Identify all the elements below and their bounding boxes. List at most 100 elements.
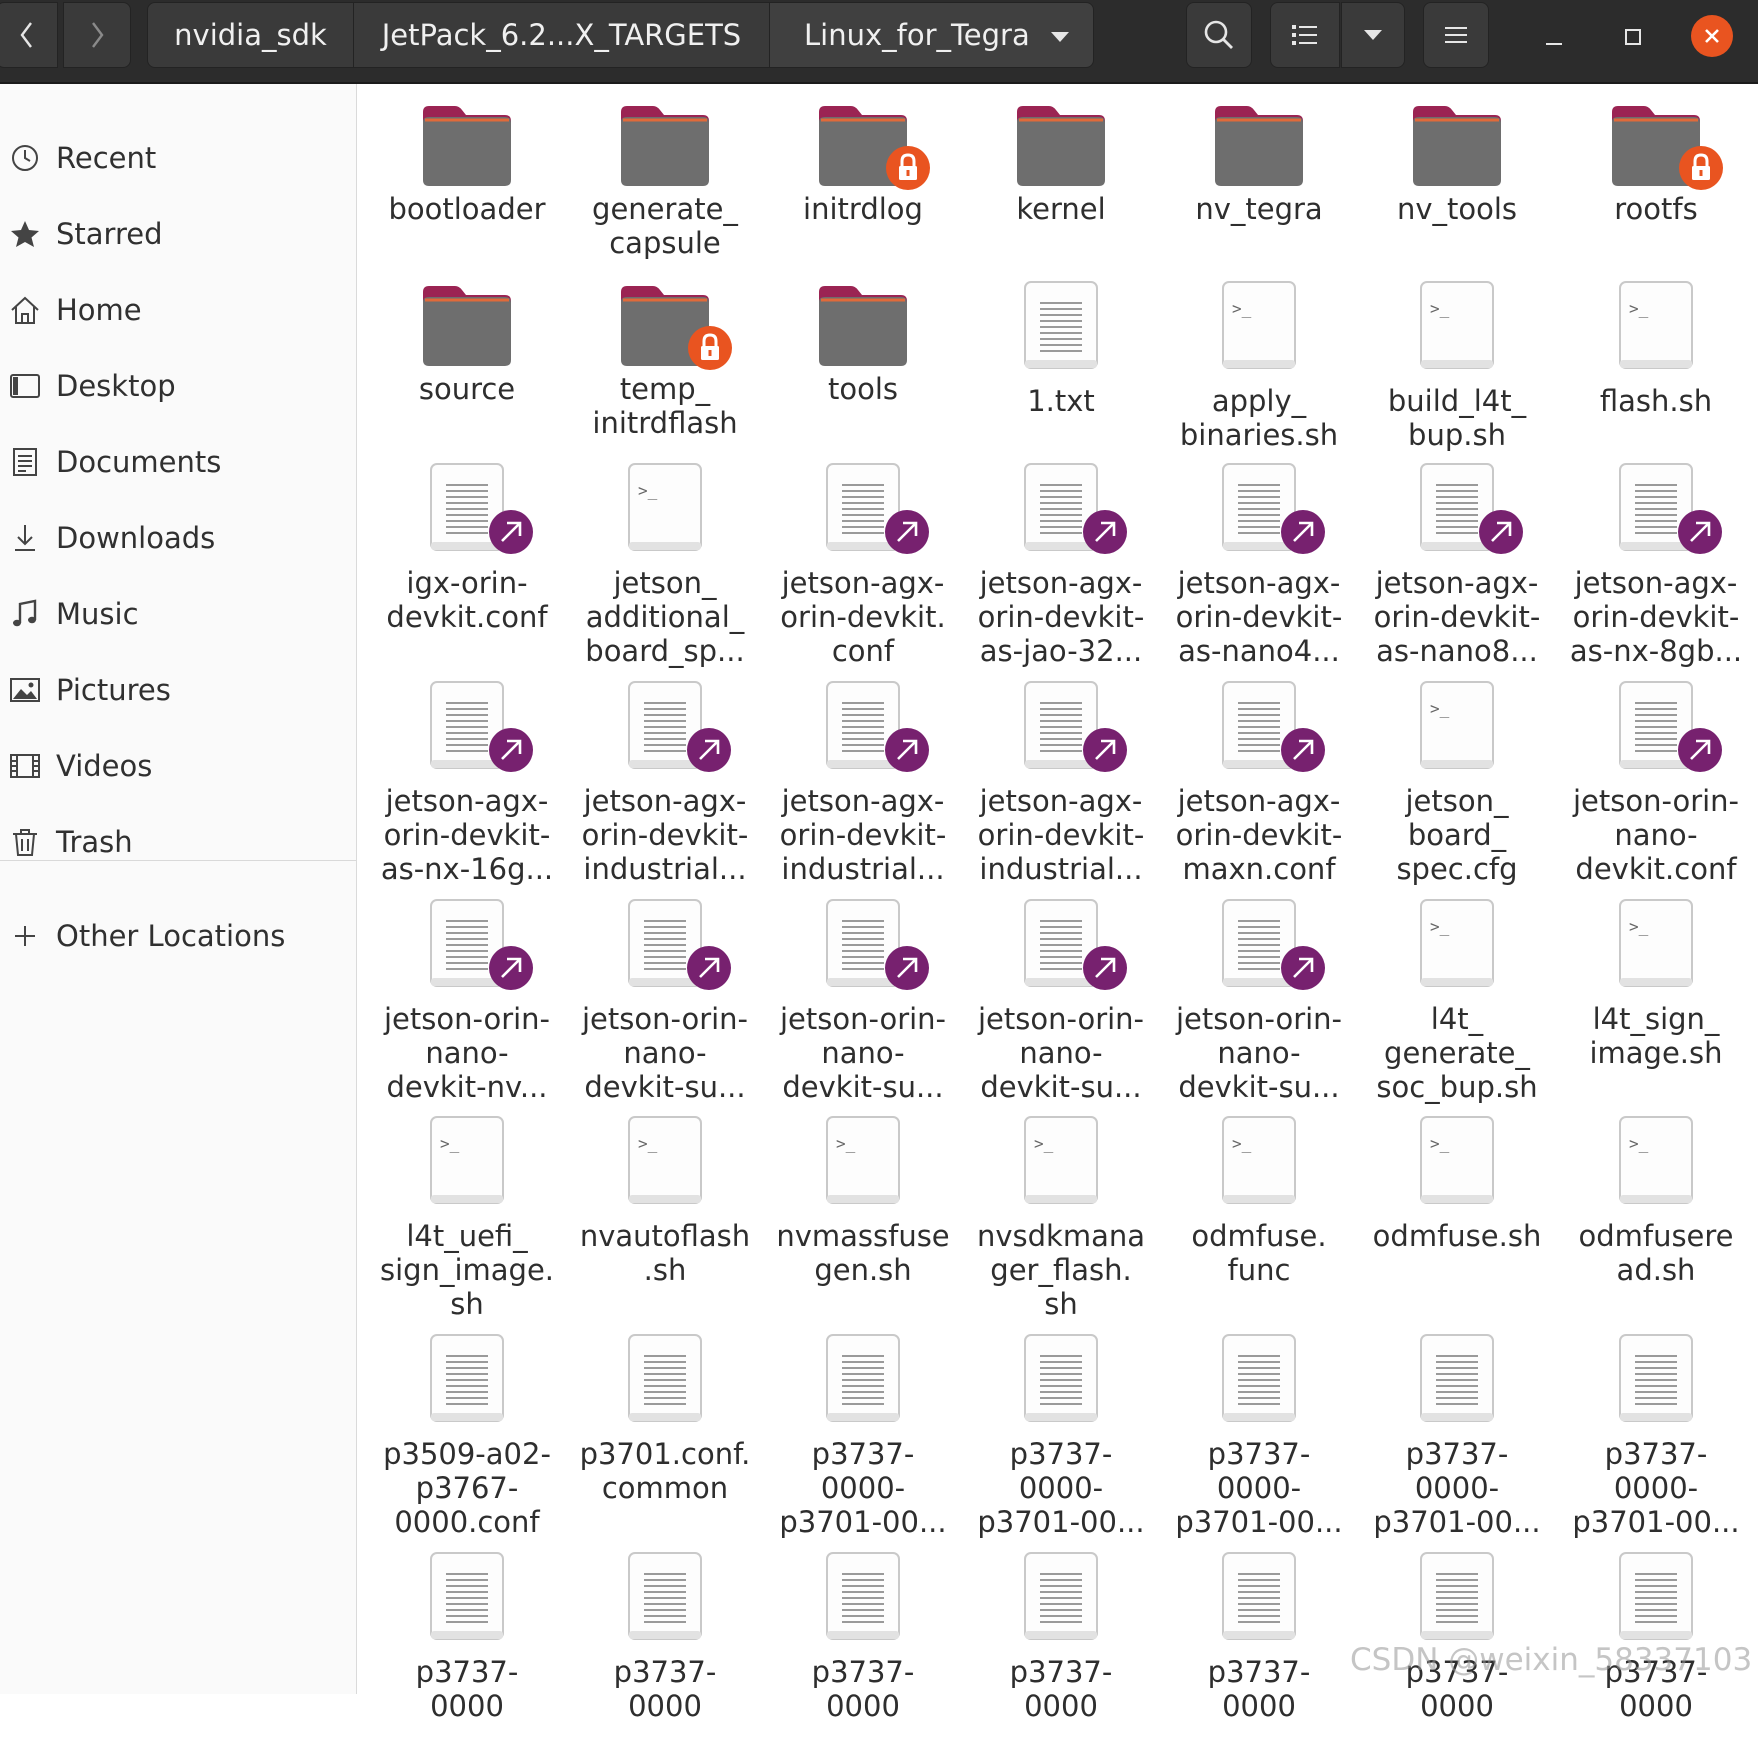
file-item[interactable]: >_ odmfuse.sh xyxy=(1362,1115,1552,1315)
sidebar-item-recent[interactable]: Recent xyxy=(0,127,356,189)
sidebar-item-documents[interactable]: Documents xyxy=(0,431,356,493)
file-item[interactable]: p3737- 0000- p3701-00... xyxy=(966,1333,1156,1539)
file-item[interactable]: 1.txt xyxy=(966,280,1156,480)
minimize-button[interactable] xyxy=(1534,17,1574,57)
breadcrumb-jetpack[interactable]: JetPack_6.2...X_TARGETS xyxy=(354,2,770,68)
file-item[interactable]: jetson-agx- orin-devkit- maxn.conf xyxy=(1164,680,1354,886)
view-options-button[interactable] xyxy=(1341,2,1405,68)
file-item[interactable]: generate_ capsule xyxy=(570,100,760,300)
file-item[interactable]: p3509-a02- p3767- 0000.conf xyxy=(372,1333,562,1539)
file-name: apply_ binaries.sh xyxy=(1179,384,1339,452)
file-item[interactable]: p3737- 0000- p3701-00... xyxy=(1561,1333,1751,1539)
file-name: jetson-agx- orin-devkit- as-nx-16g... xyxy=(380,784,554,886)
file-name: flash.sh xyxy=(1599,384,1713,418)
file-item[interactable]: jetson-orin- nano- devkit-su... xyxy=(1164,898,1354,1104)
file-item[interactable]: p3737- 0000 xyxy=(372,1551,562,1751)
header-bar: nvidia_sdk JetPack_6.2...X_TARGETS Linux… xyxy=(0,0,1758,84)
file-item[interactable]: rootfs xyxy=(1561,100,1751,300)
sidebar-item-home[interactable]: Home xyxy=(0,279,356,341)
file-item[interactable]: p3737- 0000 xyxy=(768,1551,958,1751)
view-toggle-button[interactable] xyxy=(1270,2,1340,68)
file-item[interactable]: p3737- 0000- p3701-00... xyxy=(1362,1333,1552,1539)
file-name: p3737- 0000- p3701-00... xyxy=(1572,1437,1740,1539)
file-item[interactable]: jetson-agx- orin-devkit- as-jao-32... xyxy=(966,462,1156,668)
file-item[interactable]: jetson-agx- orin-devkit- industrial... xyxy=(966,680,1156,886)
sidebar-item-starred[interactable]: Starred xyxy=(0,203,356,265)
file-item[interactable]: >_ l4t_uefi_ sign_image. sh xyxy=(372,1115,562,1321)
file-item[interactable]: nv_tools xyxy=(1362,100,1552,300)
file-item[interactable]: >_ nvmassfuse gen.sh xyxy=(768,1115,958,1315)
file-item[interactable]: p3737- 0000- p3701-00... xyxy=(1164,1333,1354,1539)
file-item[interactable]: jetson-agx- orin-devkit- as-nano8... xyxy=(1362,462,1552,668)
sidebar-item-label: Music xyxy=(56,597,139,631)
sidebar-item-music[interactable]: Music xyxy=(0,583,356,645)
file-item[interactable]: jetson-agx- orin-devkit- as-nano4... xyxy=(1164,462,1354,668)
file-item[interactable]: jetson-orin- nano- devkit-su... xyxy=(570,898,760,1104)
close-button[interactable] xyxy=(1691,15,1733,57)
file-item[interactable]: source xyxy=(372,280,562,480)
script-file-icon: >_ xyxy=(1619,281,1693,369)
file-name: p3737- 0000- p3701-00... xyxy=(977,1437,1145,1539)
file-item[interactable]: >_ flash.sh xyxy=(1561,280,1751,480)
file-item[interactable]: >_ nvsdkmana ger_flash. sh xyxy=(966,1115,1156,1321)
file-item[interactable]: bootloader xyxy=(372,100,562,300)
text-file-icon xyxy=(826,1552,900,1640)
sidebar-item-trash[interactable]: Trash xyxy=(0,811,356,873)
sidebar-item-videos[interactable]: Videos xyxy=(0,735,356,797)
file-item[interactable]: >_ jetson_ additional_ board_sp... xyxy=(570,462,760,668)
file-item[interactable]: >_ odmfuse. func xyxy=(1164,1115,1354,1315)
file-item[interactable]: jetson-agx- orin-devkit- as-nx-8gb... xyxy=(1561,462,1751,668)
file-item[interactable]: jetson-agx- orin-devkit. conf xyxy=(768,462,958,668)
symlink-icon xyxy=(885,946,929,990)
file-item[interactable]: tools xyxy=(768,280,958,480)
file-item[interactable]: p3737- 0000 xyxy=(1164,1551,1354,1751)
text-file-icon xyxy=(1420,1552,1494,1640)
script-file-icon: >_ xyxy=(1420,899,1494,987)
maximize-button[interactable] xyxy=(1613,17,1653,57)
file-item[interactable]: >_ build_l4t_ bup.sh xyxy=(1362,280,1552,480)
file-item[interactable]: jetson-agx- orin-devkit- industrial... xyxy=(570,680,760,886)
svg-text:>_: >_ xyxy=(1430,699,1450,718)
symlink-icon xyxy=(687,946,731,990)
sidebar-item-label: Documents xyxy=(56,445,222,479)
breadcrumb-linux-for-tegra[interactable]: Linux_for_Tegra xyxy=(770,2,1094,68)
downloads-icon xyxy=(15,525,35,551)
file-item[interactable]: igx-orin- devkit.conf xyxy=(372,462,562,662)
file-item[interactable]: jetson-orin- nano- devkit.conf xyxy=(1561,680,1751,886)
file-item[interactable]: jetson-agx- orin-devkit- industrial... xyxy=(768,680,958,886)
file-item[interactable]: initrdlog xyxy=(768,100,958,300)
file-item[interactable]: jetson-agx- orin-devkit- as-nx-16g... xyxy=(372,680,562,886)
file-item[interactable]: >_ jetson_ board_ spec.cfg xyxy=(1362,680,1552,886)
main-menu-button[interactable] xyxy=(1423,2,1489,68)
sidebar-item-pictures[interactable]: Pictures xyxy=(0,659,356,721)
file-name: jetson-agx- orin-devkit- industrial... xyxy=(779,784,947,886)
back-button[interactable] xyxy=(0,2,58,68)
file-item[interactable]: >_ l4t_ generate_ soc_bup.sh xyxy=(1362,898,1552,1104)
folder-icon xyxy=(423,286,511,366)
file-item[interactable]: >_ l4t_sign_ image.sh xyxy=(1561,898,1751,1098)
file-name: jetson-agx- orin-devkit. conf xyxy=(780,566,946,668)
file-item[interactable]: >_ odmfusere ad.sh xyxy=(1561,1115,1751,1315)
file-item[interactable]: jetson-orin- nano- devkit-su... xyxy=(966,898,1156,1104)
file-item[interactable]: jetson-orin- nano- devkit-su... xyxy=(768,898,958,1104)
breadcrumb-nvidia-sdk[interactable]: nvidia_sdk xyxy=(147,2,354,68)
file-item[interactable]: temp_ initrdflash xyxy=(570,280,760,480)
sidebar-item-desktop[interactable]: Desktop xyxy=(0,355,356,417)
file-item[interactable]: nv_tegra xyxy=(1164,100,1354,300)
forward-button[interactable] xyxy=(63,2,131,68)
file-item[interactable]: p3701.conf. common xyxy=(570,1333,760,1533)
script-file-icon: >_ xyxy=(1024,1116,1098,1204)
trash-icon xyxy=(13,829,37,856)
sidebar-item-other-locations[interactable]: Other Locations xyxy=(0,905,356,967)
file-item[interactable]: jetson-orin- nano- devkit-nv... xyxy=(372,898,562,1104)
file-item[interactable]: >_ apply_ binaries.sh xyxy=(1164,280,1354,480)
file-item[interactable]: kernel xyxy=(966,100,1156,300)
file-item[interactable]: p3737- 0000 xyxy=(966,1551,1156,1751)
file-item[interactable]: p3737- 0000- p3701-00... xyxy=(768,1333,958,1539)
search-button[interactable] xyxy=(1186,2,1252,68)
sidebar-item-downloads[interactable]: Downloads xyxy=(0,507,356,569)
file-item[interactable]: >_ nvautoflash .sh xyxy=(570,1115,760,1315)
file-item[interactable]: p3737- 0000 xyxy=(570,1551,760,1751)
svg-text:>_: >_ xyxy=(1232,1134,1252,1153)
file-name: 1.txt xyxy=(1027,384,1095,418)
